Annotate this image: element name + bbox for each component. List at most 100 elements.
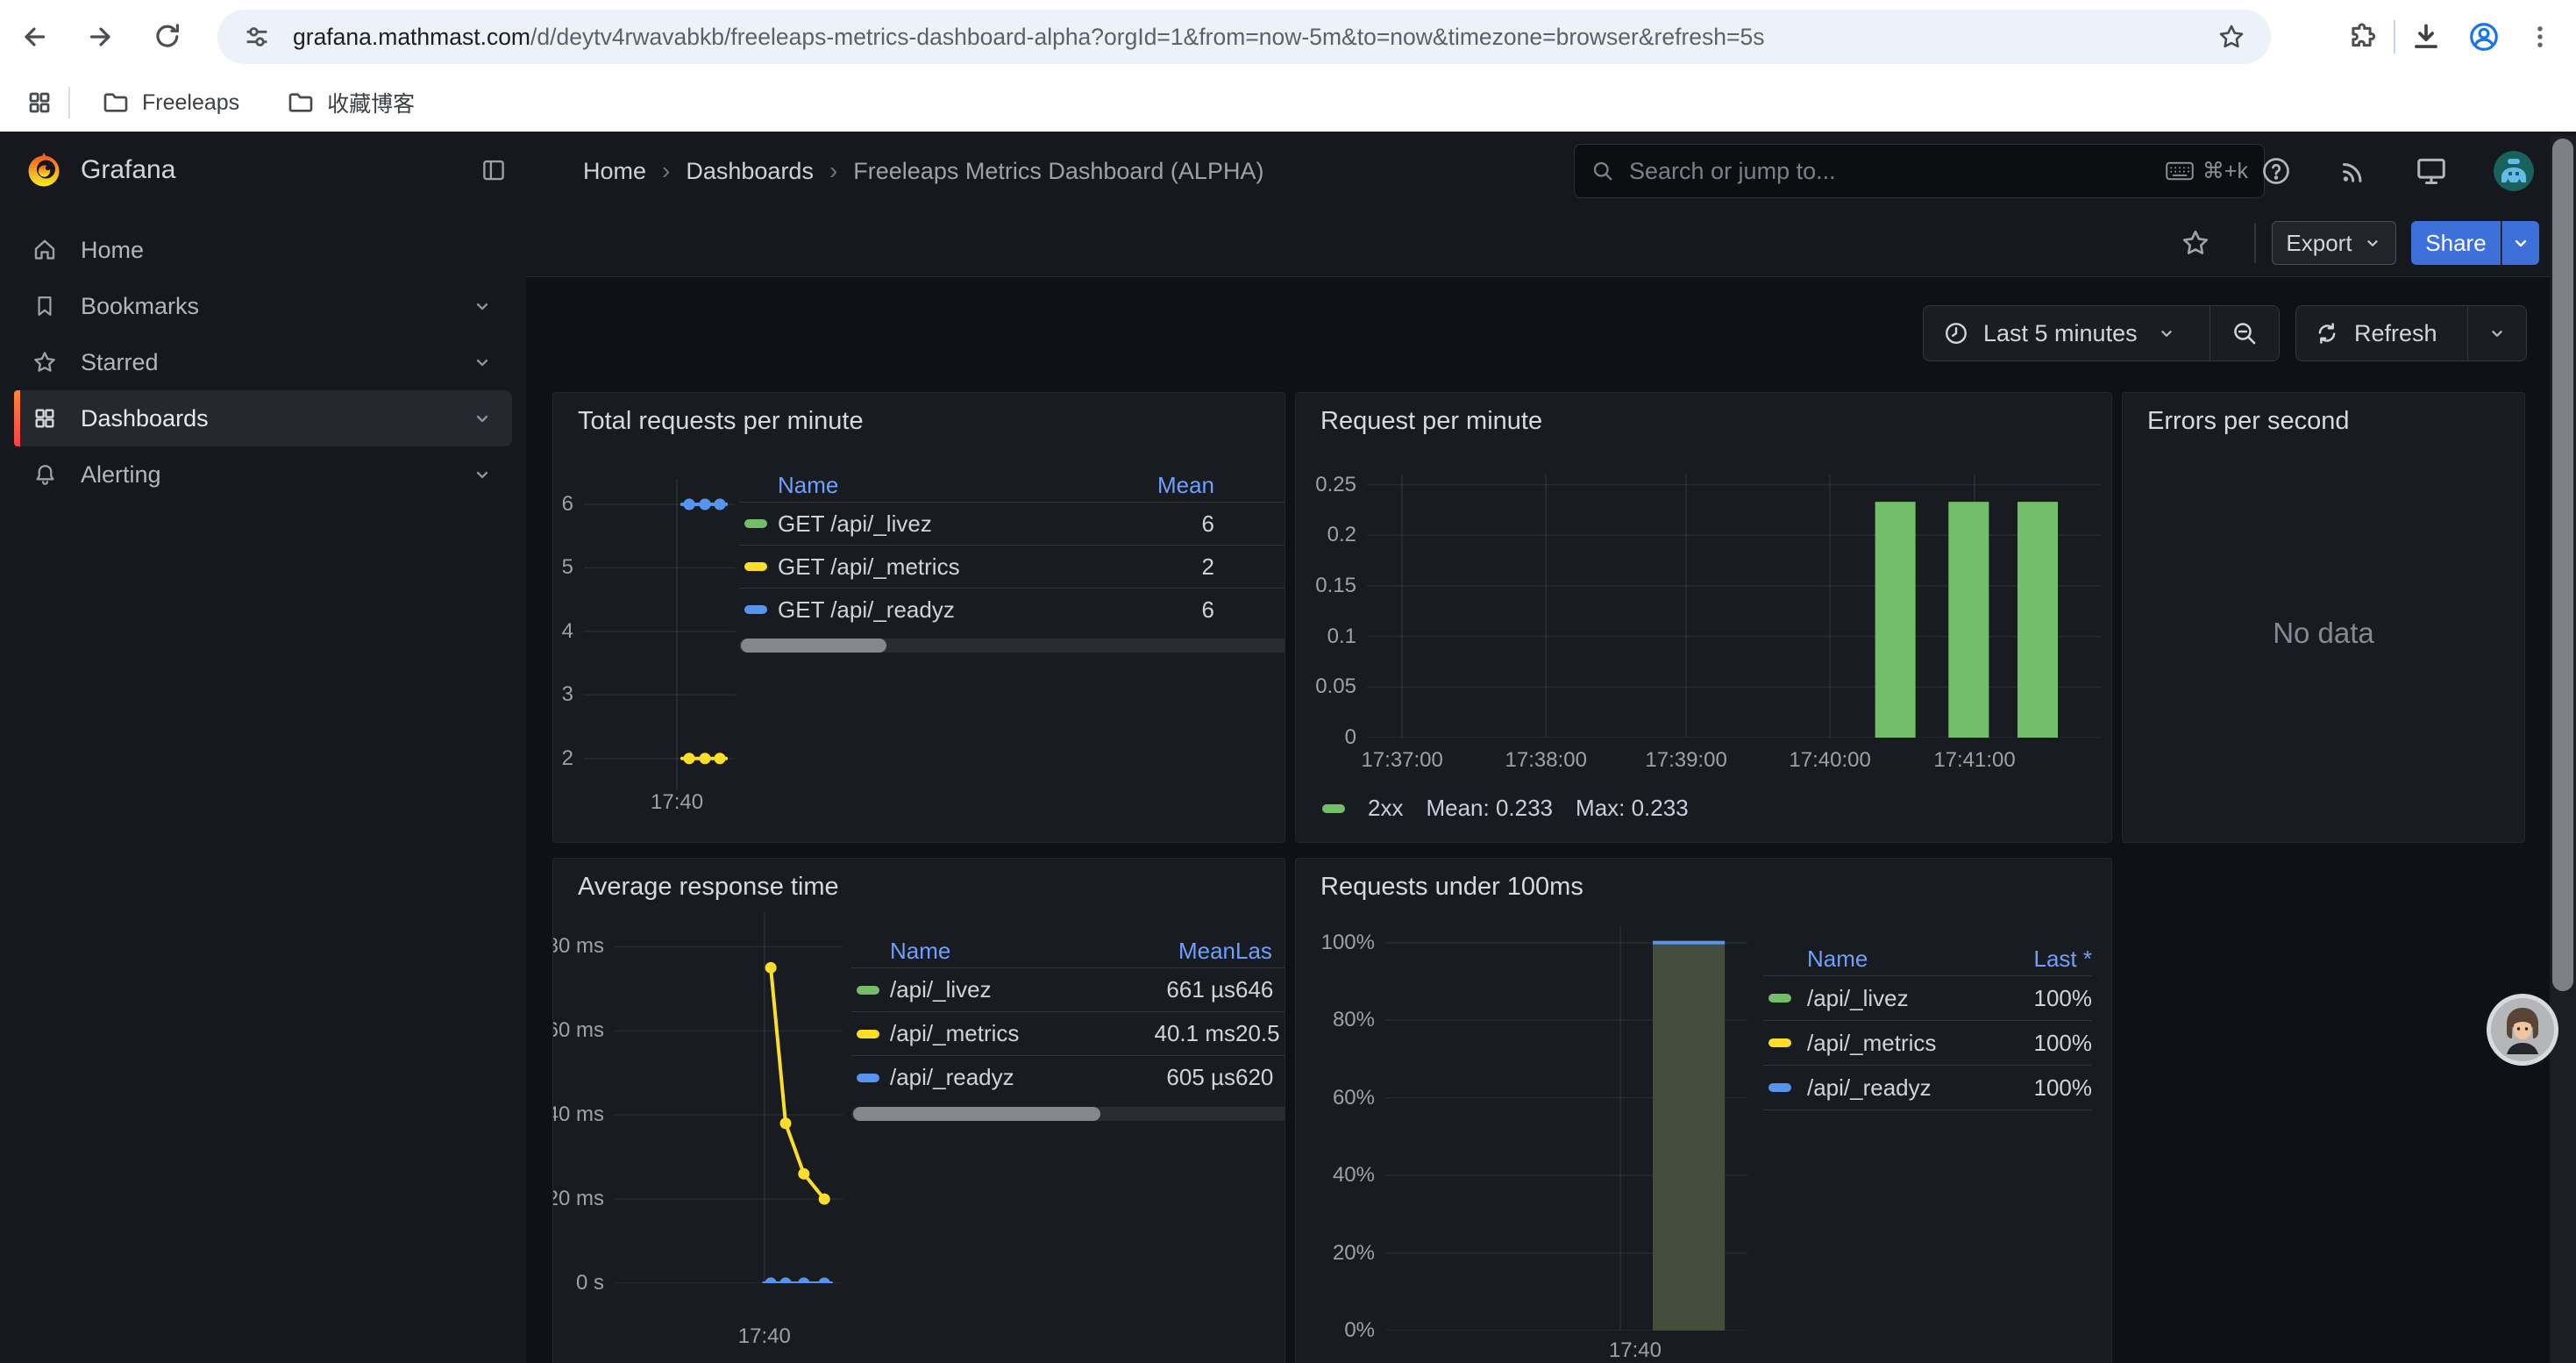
url-bar[interactable]: grafana.mathmast.com/d/deytv4rwavabkb/fr… — [217, 10, 2271, 64]
panel-title[interactable]: Request per minute — [1320, 407, 1542, 436]
panel-title[interactable]: Errors per second — [2147, 407, 2350, 436]
legend-value: 646 — [1235, 976, 1285, 1003]
chart-area[interactable] — [1385, 927, 1747, 1331]
legend-header-cell[interactable]: Mean — [1139, 938, 1235, 965]
download-icon[interactable] — [2409, 20, 2443, 54]
legend-series-name[interactable]: /api/_livez — [890, 976, 1139, 1003]
legend-scrollbar[interactable] — [851, 1107, 1285, 1121]
legend-inline[interactable]: 2xxMean: 0.233Max: 0.233 — [1322, 795, 1689, 822]
legend-series-row[interactable]: GET /api/_metrics2 — [739, 545, 1285, 588]
y-axis-label: 80 ms — [552, 933, 604, 960]
chevron-down-icon[interactable] — [472, 464, 493, 485]
sidebar-item-bookmarks[interactable]: Bookmarks — [14, 278, 512, 334]
sidebar-item-starred[interactable]: Starred — [14, 334, 512, 390]
chevron-down-icon[interactable] — [472, 408, 493, 429]
legend-series-name[interactable]: GET /api/_readyz — [778, 596, 1135, 624]
legend-series-row[interactable]: GET /api/_readyz6 — [739, 588, 1285, 631]
panel-title[interactable]: Total requests per minute — [578, 407, 864, 436]
forward-icon[interactable] — [84, 20, 117, 54]
legend-header-cell[interactable]: Last * — [2004, 946, 2092, 973]
legend-series-name[interactable]: /api/_livez — [1807, 985, 2004, 1012]
legend-scrollbar[interactable] — [739, 639, 1285, 653]
legend-header-cell[interactable]: Mean — [1135, 472, 1214, 499]
refresh-button[interactable]: Refresh — [2296, 320, 2467, 347]
y-axis-label: 40 ms — [552, 1102, 604, 1128]
bar — [2017, 502, 2058, 738]
reload-icon[interactable] — [151, 20, 184, 54]
search-box[interactable]: ⌘+k — [1574, 144, 2265, 198]
user-avatar[interactable] — [2494, 151, 2534, 191]
legend-scrollbar-thumb[interactable] — [853, 1107, 1100, 1121]
legend-header-cell[interactable]: Name — [1807, 946, 2004, 973]
data-point — [798, 1168, 809, 1180]
legend-series-name[interactable]: GET /api/_livez — [778, 510, 1135, 538]
breadcrumb-home[interactable]: Home — [583, 158, 646, 185]
chevron-down-icon[interactable] — [472, 352, 493, 373]
legend-series-row[interactable]: /api/_readyz100% — [1763, 1065, 2092, 1110]
legend-series-row[interactable]: /api/_metrics40.1 ms20.5 r — [851, 1011, 1285, 1055]
magnifier-minus-icon — [2231, 319, 2259, 347]
panel-title[interactable]: Average response time — [578, 873, 839, 902]
back-icon[interactable] — [18, 20, 51, 54]
profile-icon[interactable] — [2467, 20, 2501, 54]
legend-series-row[interactable]: /api/_livez100% — [1763, 975, 2092, 1020]
legend-header-cell[interactable]: Las — [1235, 938, 1285, 965]
share-button[interactable]: Share — [2411, 221, 2501, 265]
bookmark-folder-blogs[interactable]: 收藏博客 — [274, 80, 427, 125]
panel-title[interactable]: Requests under 100ms — [1320, 873, 1583, 902]
share-dropdown-button[interactable] — [2501, 221, 2539, 265]
legend-series-name[interactable]: 2xx — [1368, 795, 1403, 822]
legend-series-row[interactable]: GET /api/_livez6 — [739, 502, 1285, 545]
legend-header-cell[interactable]: Name — [890, 938, 1139, 965]
legend-series-name[interactable]: /api/_readyz — [1807, 1074, 2004, 1102]
legend-header: NameMean — [739, 468, 1285, 502]
x-axis-label: 17:37:00 — [1323, 747, 1481, 774]
series-color-swatch — [857, 1030, 879, 1038]
legend-series-row[interactable]: /api/_readyz605 µs620 — [851, 1055, 1285, 1099]
bookmark-folder-freeleaps[interactable]: Freeleaps — [89, 82, 252, 124]
floating-assistant-avatar[interactable] — [2491, 998, 2554, 1061]
sidebar-item-dashboards[interactable]: Dashboards — [14, 390, 512, 446]
page-scrollbar-thumb[interactable] — [2552, 139, 2573, 991]
extensions-icon[interactable] — [2346, 20, 2380, 54]
data-point — [780, 1278, 792, 1284]
y-axis-label: 80% — [1295, 1007, 1375, 1033]
favorite-star-icon[interactable] — [2180, 227, 2211, 259]
legend-series-name[interactable]: GET /api/_metrics — [778, 553, 1135, 581]
legend-series-name[interactable]: /api/_metrics — [1807, 1030, 2004, 1057]
refresh-interval-dropdown[interactable] — [2468, 324, 2526, 343]
legend-series-name[interactable]: /api/_metrics — [890, 1020, 1139, 1047]
sidebar-item-home[interactable]: Home — [14, 222, 512, 278]
search-input[interactable] — [1627, 157, 2166, 186]
grafana-topnav: Grafana Home › Dashboards › Freeleaps Me… — [0, 132, 2576, 211]
dock-sidebar-icon[interactable] — [480, 157, 507, 183]
legend-header-cell[interactable]: Name — [778, 472, 1135, 499]
legend-scrollbar-thumb[interactable] — [741, 639, 886, 653]
legend-series-row[interactable]: /api/_metrics100% — [1763, 1020, 2092, 1065]
tune-sliders-icon[interactable] — [240, 20, 274, 54]
data-point — [715, 498, 726, 510]
news-rss-icon[interactable] — [2338, 155, 2369, 187]
menu-kebab-icon[interactable] — [2523, 20, 2557, 54]
monitor-icon[interactable] — [2415, 154, 2448, 188]
bookmark-label: 收藏博客 — [327, 87, 415, 118]
chart-area[interactable] — [615, 913, 843, 1283]
home-icon — [32, 237, 58, 263]
help-icon[interactable] — [2260, 155, 2292, 187]
bookmark-star-icon[interactable] — [2215, 20, 2248, 54]
chevron-down-icon[interactable] — [472, 296, 493, 317]
legend-series-row[interactable]: /api/_livez661 µs646 — [851, 967, 1285, 1011]
chart-area[interactable] — [1367, 475, 2101, 738]
brand[interactable]: Grafana — [26, 151, 175, 189]
series-color-swatch — [857, 1074, 879, 1082]
legend-series-name[interactable]: /api/_readyz — [890, 1064, 1139, 1091]
x-axis-label: 17:38:00 — [1467, 747, 1625, 774]
chart-svg — [615, 913, 843, 1283]
chart-area[interactable] — [584, 479, 736, 790]
time-range-picker[interactable]: Last 5 minutes — [1924, 320, 2210, 347]
breadcrumb-dashboards[interactable]: Dashboards — [686, 158, 814, 185]
sidebar-item-alerting[interactable]: Alerting — [14, 446, 512, 503]
zoom-out-button[interactable] — [2210, 319, 2279, 347]
apps-grid-icon[interactable] — [23, 86, 56, 119]
export-button[interactable]: Export — [2272, 221, 2396, 265]
